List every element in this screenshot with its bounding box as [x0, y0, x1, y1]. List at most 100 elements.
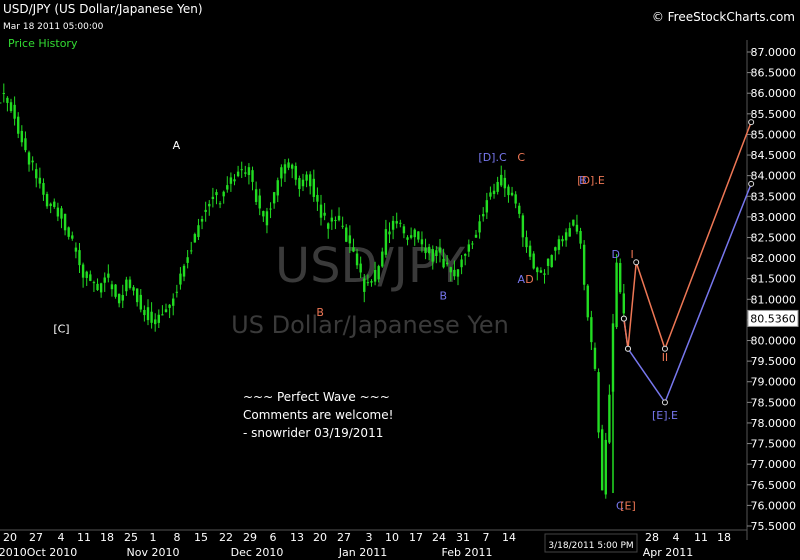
candle-body [251, 170, 254, 182]
candle-body [132, 287, 135, 291]
wave-point [625, 345, 631, 352]
candle-body [179, 273, 182, 285]
candle-body [363, 278, 366, 292]
candle-body [0, 102, 2, 104]
candle-body [406, 237, 409, 240]
candle-body [391, 220, 395, 230]
candle-body [168, 304, 171, 308]
y-tick-label: 78.5000 [751, 396, 797, 409]
candle-body [200, 218, 204, 222]
candle-body [460, 259, 463, 268]
wave-label: A [173, 139, 181, 152]
candle-body [265, 211, 269, 226]
candle-body [236, 171, 240, 177]
candle-body [67, 227, 70, 237]
candle-body [341, 225, 344, 227]
price-chart: USD/JPY US Dollar/Japanese Yen 87.0000 86.… [0, 0, 800, 560]
candle-body [579, 230, 582, 244]
x-tick-label: 3 [366, 531, 373, 544]
candle-body [308, 174, 312, 187]
y-tick-label: 84.5000 [751, 149, 797, 162]
candle-body [117, 293, 121, 304]
x-tick-label: 20 [3, 531, 17, 544]
y-tick-label: 81.0000 [751, 293, 797, 306]
x-tick-label: 18 [100, 531, 114, 544]
candle-body [215, 192, 218, 196]
y-tick-label: 77.5000 [751, 438, 797, 451]
candle-body [287, 162, 290, 168]
candle-body [107, 273, 110, 278]
candle-body [492, 190, 496, 195]
candle-body [193, 234, 197, 243]
y-tick-label: 76.5000 [751, 479, 797, 492]
chart-title: USD/JPY (US Dollar/Japanese Yen) [3, 2, 203, 16]
candle-body [359, 263, 362, 273]
x-tick-label: 14 [502, 531, 516, 544]
y-tick-label: 84.0000 [751, 170, 797, 183]
candle-body [211, 196, 215, 200]
candle-body [85, 271, 88, 278]
candle-body [377, 266, 380, 280]
cursor-date-label: 3/18/2011 5:00 PM [548, 541, 633, 551]
candle-body [420, 239, 424, 245]
x-tick-label: 24 [432, 531, 446, 544]
candle-body [521, 215, 525, 238]
candle-body [81, 264, 85, 278]
candle-body [456, 269, 460, 277]
candle-body [71, 235, 74, 239]
candle-body [510, 192, 514, 196]
candle-body [525, 237, 528, 248]
candle-body [49, 203, 52, 206]
candle-body [164, 309, 168, 313]
candle-body [280, 167, 283, 179]
candle-body [600, 429, 604, 491]
candle-body [435, 250, 438, 257]
candle-body [24, 138, 27, 151]
candle-body [197, 225, 200, 238]
candle-body [161, 314, 164, 316]
annotation-line: ~~~ Perfect Wave ~~~ [243, 390, 390, 404]
candle-body [586, 285, 589, 318]
x-tick-label: 27 [29, 531, 43, 544]
candle-body [615, 262, 618, 328]
candle-body [536, 267, 539, 273]
candle-body [373, 269, 377, 282]
wave-label: [C] [53, 322, 69, 335]
candle-body [9, 102, 13, 112]
candle-body [143, 309, 146, 316]
candle-body [604, 439, 607, 495]
wave-label: C [517, 151, 525, 164]
x-tick-label: 31 [456, 531, 470, 544]
candle-body [370, 281, 373, 283]
candle-body [42, 183, 45, 195]
price-history-label: Price History [8, 37, 78, 50]
annotation-line: Comments are welcome! [243, 408, 393, 422]
candle-body [463, 254, 467, 256]
x-tick-label: 1 [150, 531, 157, 544]
x-tick-label: 20 [313, 531, 327, 544]
candle-body [63, 213, 67, 231]
x-month-label: Feb 2011 [442, 546, 493, 559]
candle-body [172, 298, 175, 306]
candle-body [471, 243, 474, 245]
wave-label: [E].E [652, 409, 678, 422]
x-tick-label: 28 [645, 531, 659, 544]
wave-point [748, 180, 755, 187]
candle-body [330, 217, 334, 222]
candle-body [345, 227, 348, 242]
candle-body [233, 179, 236, 182]
candle-body [550, 255, 553, 268]
candle-body [485, 200, 489, 213]
brand-label: © FreeStockCharts.com [652, 10, 795, 24]
candle-body [35, 169, 38, 179]
candle-body [17, 116, 20, 134]
y-tick-label: 83.0000 [751, 211, 797, 224]
watermark-name: US Dollar/Japanese Yen [231, 311, 509, 339]
y-tick-label: 86.5000 [751, 67, 797, 80]
x-month-label: Dec 2010 [231, 546, 284, 559]
candle-body [572, 219, 575, 226]
x-month-label: Jan 2011 [338, 546, 387, 559]
chart-date: Mar 18 2011 05:00:00 [3, 22, 104, 32]
candle-body [593, 347, 597, 369]
candle-body [186, 257, 189, 263]
